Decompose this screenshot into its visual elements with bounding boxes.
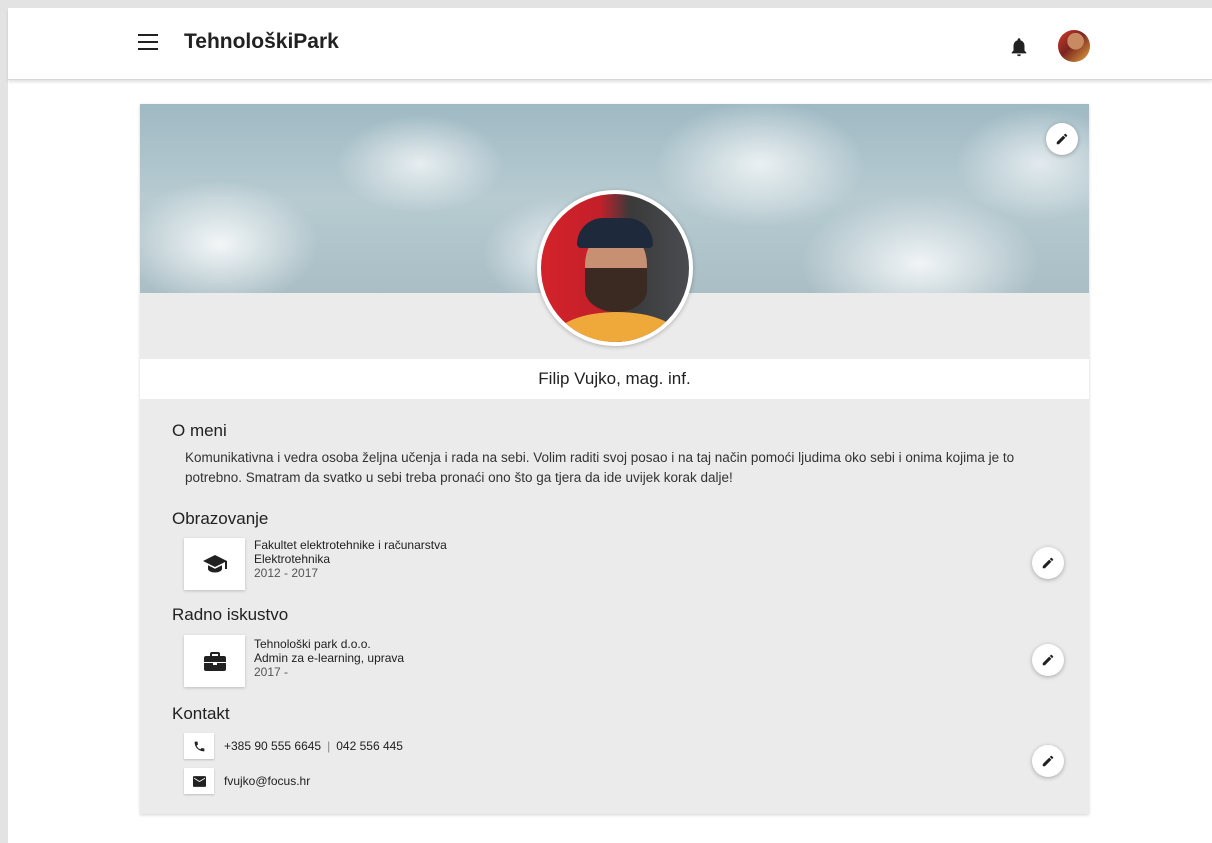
bell-icon[interactable] <box>1008 36 1030 58</box>
graduation-cap-icon <box>202 555 227 573</box>
education-title: Obrazovanje <box>172 509 269 528</box>
education-institution: Fakultet elektrotehnike i računarstva <box>254 538 447 552</box>
email-icon-box <box>184 768 214 794</box>
briefcase-icon <box>203 652 226 671</box>
edit-education-button[interactable] <box>1032 547 1064 579</box>
education-icon-box <box>184 538 245 590</box>
phone-icon <box>194 741 204 751</box>
pencil-icon <box>1042 557 1054 569</box>
frame-top-edge <box>0 0 1212 8</box>
phone-numbers: +385 90 555 6645 | 042 556 445 <box>224 739 403 753</box>
experience-icon-box <box>184 635 245 687</box>
edit-cover-button[interactable] <box>1046 123 1078 155</box>
phone-separator: | <box>327 739 331 753</box>
profile-photo <box>537 190 693 346</box>
profile-name: Filip Vujko, mag. inf. <box>140 359 1089 399</box>
education-years: 2012 - 2017 <box>254 566 319 580</box>
phone-mobile[interactable]: +385 90 555 6645 <box>224 739 321 753</box>
app-bar: TehnološkiPark <box>8 8 1212 80</box>
pencil-icon <box>1042 654 1054 666</box>
about-title: O meni <box>172 421 227 440</box>
phone-landline[interactable]: 042 556 445 <box>336 739 403 753</box>
experience-company: Tehnološki park d.o.o. <box>254 637 371 651</box>
about-text: Komunikativna i vedra osoba željna učenj… <box>185 450 1015 485</box>
experience-title: Radno iskustvo <box>172 605 289 624</box>
pencil-icon <box>1056 133 1068 145</box>
email-address[interactable]: fvujko@focus.hr <box>224 774 310 788</box>
experience-role: Admin za e-learning, uprava <box>254 651 405 665</box>
avatar[interactable] <box>1058 30 1090 62</box>
profile-card: Filip Vujko, mag. inf. O meni Komunikati… <box>140 104 1089 814</box>
edit-experience-button[interactable] <box>1032 644 1064 676</box>
phone-icon-box <box>184 733 214 759</box>
app-title: TehnološkiPark <box>184 30 339 53</box>
menu-icon[interactable] <box>138 34 158 50</box>
pencil-icon <box>1042 755 1054 767</box>
edit-contact-button[interactable] <box>1032 745 1064 777</box>
email-icon <box>192 775 206 787</box>
experience-details: Tehnološki park d.o.o. Admin za e-learni… <box>254 637 404 679</box>
education-details: Fakultet elektrotehnike i računarstva El… <box>254 538 447 580</box>
frame-left-edge <box>0 0 8 843</box>
education-field: Elektrotehnika <box>254 552 331 566</box>
contact-title: Kontakt <box>172 704 230 723</box>
experience-years: 2017 - <box>254 665 289 679</box>
